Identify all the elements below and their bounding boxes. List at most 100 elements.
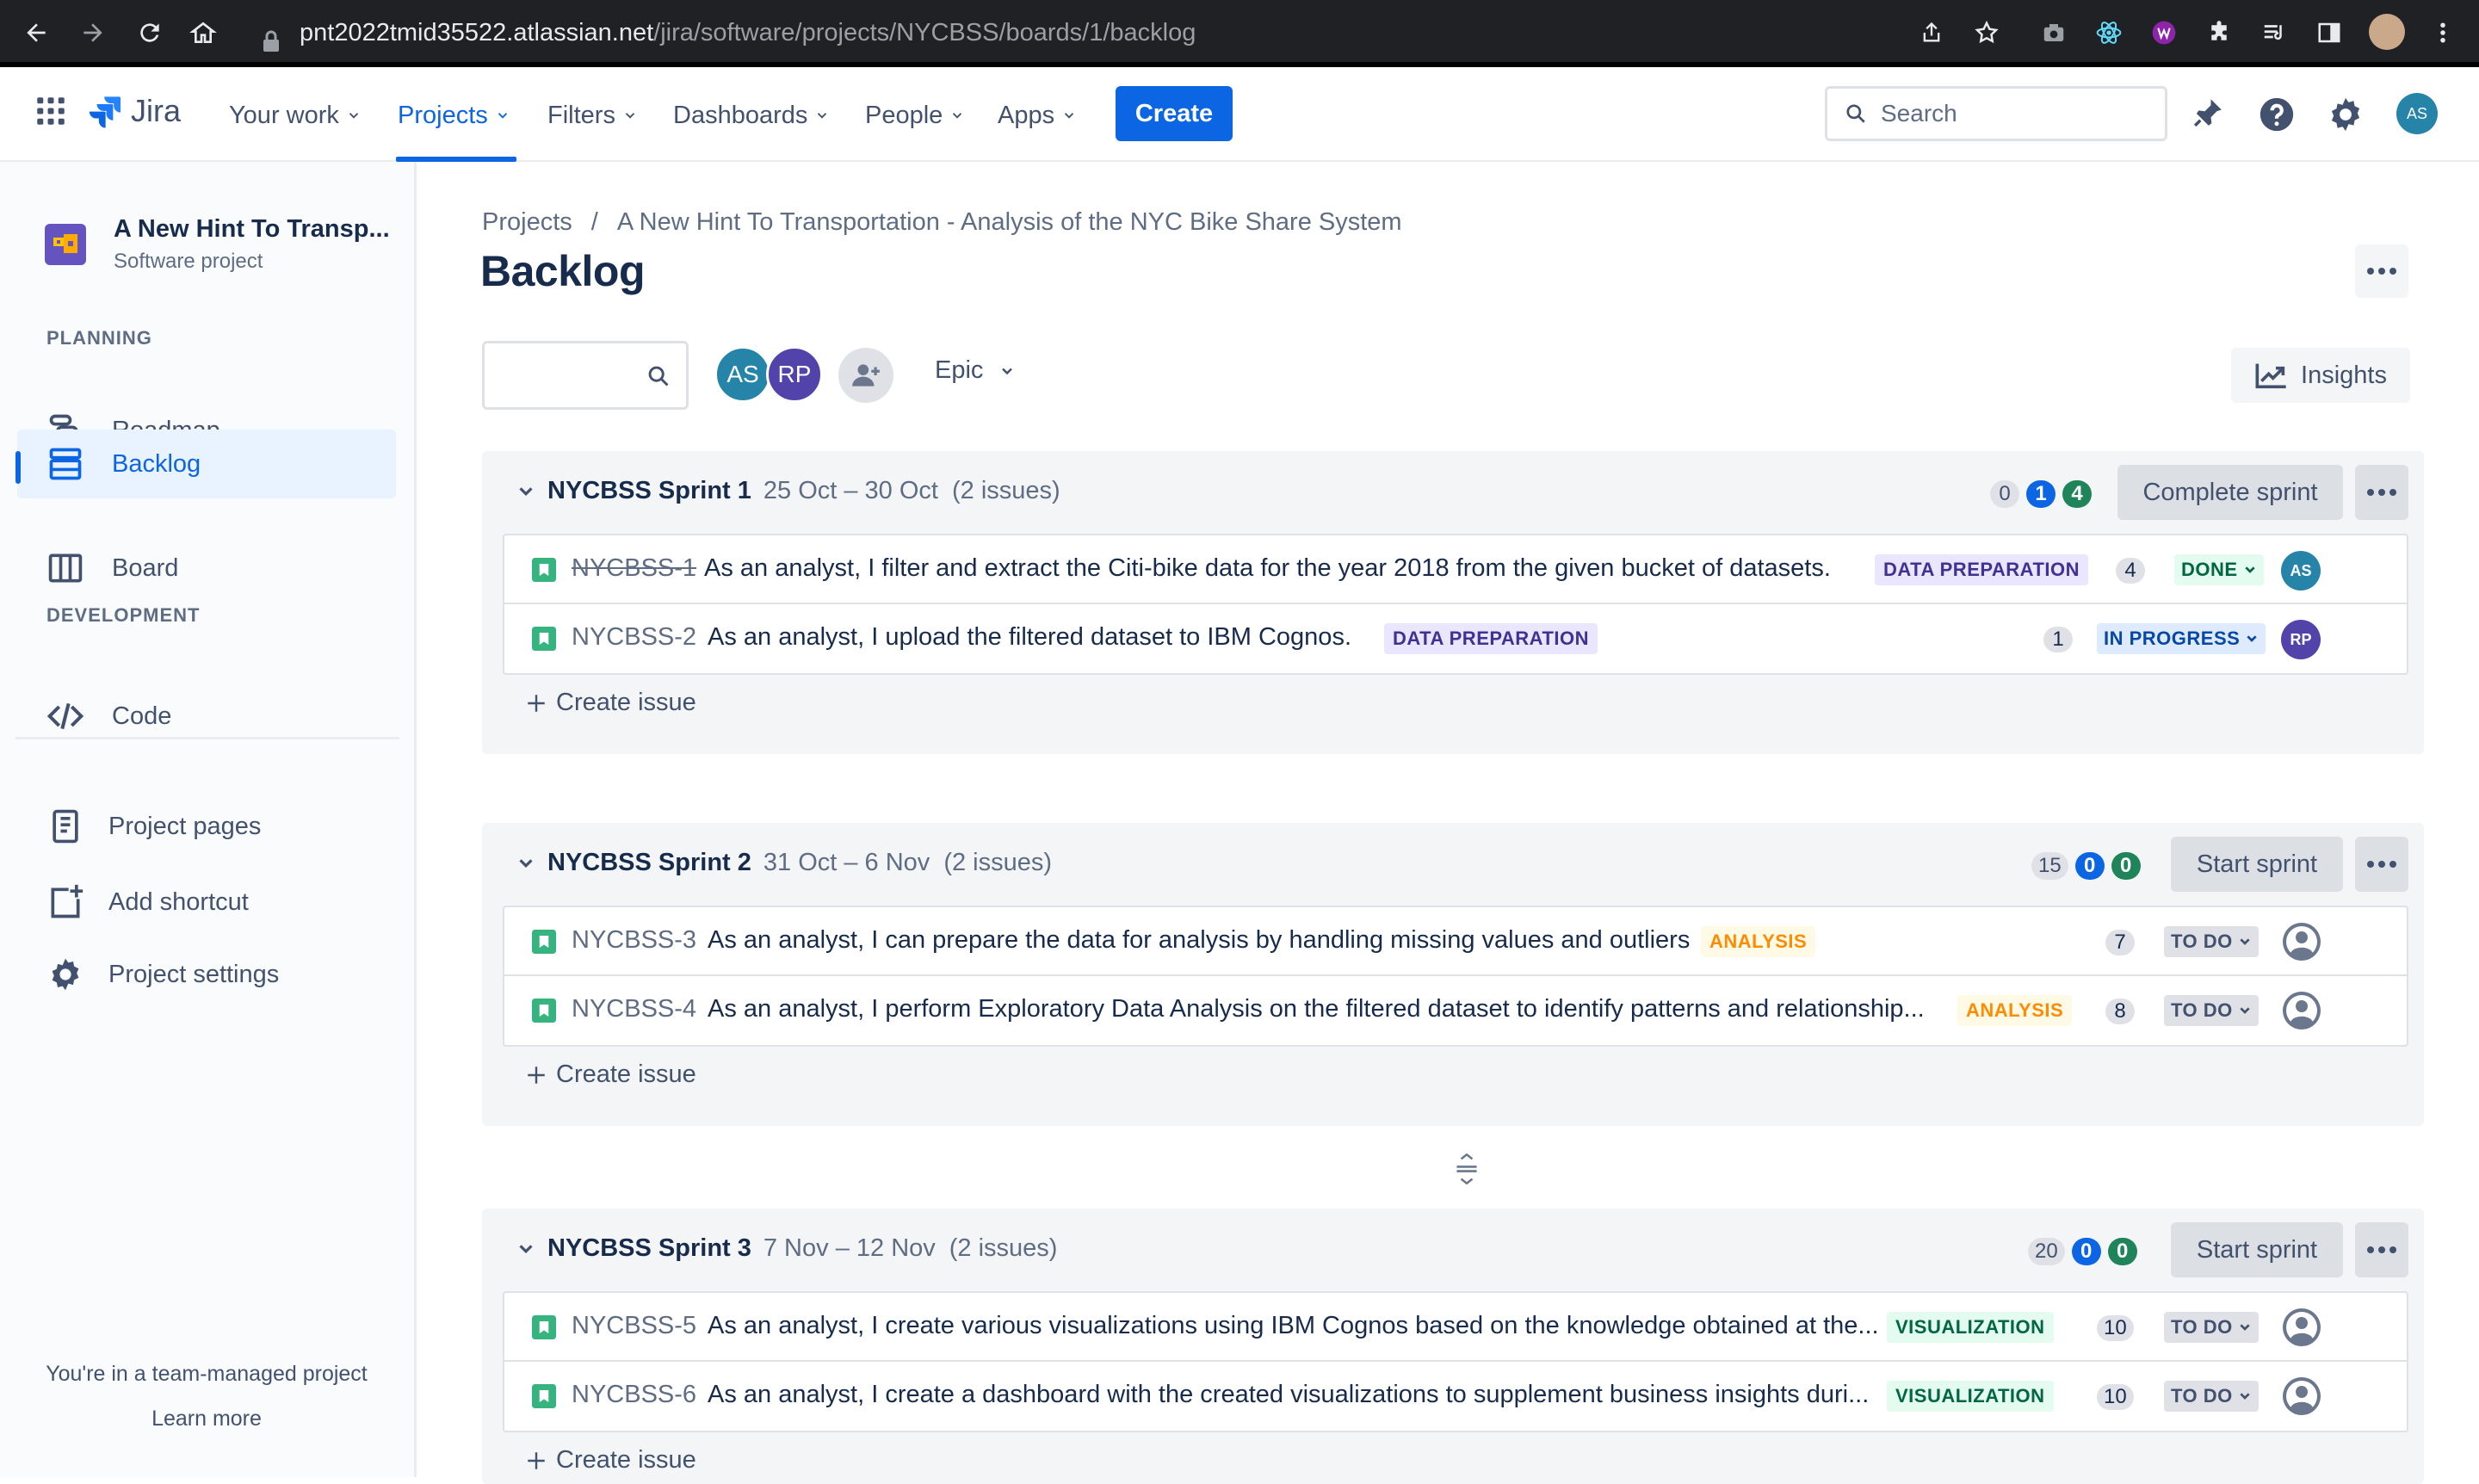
- chevron-down-icon[interactable]: [516, 482, 535, 501]
- search-input[interactable]: Search: [1825, 86, 2167, 141]
- sprint-header[interactable]: NYCBSS Sprint 2 31 Oct – 6 Nov (2 issues…: [516, 849, 1052, 877]
- create-button[interactable]: Create: [1116, 86, 1233, 141]
- epic-lozenge[interactable]: DATA PREPARATION: [1875, 554, 2088, 585]
- epic-lozenge[interactable]: DATA PREPARATION: [1384, 623, 1598, 654]
- bookmark-star-icon[interactable]: [1971, 17, 2002, 48]
- nav-your-work[interactable]: Your work: [229, 96, 362, 134]
- jira-logo[interactable]: Jira: [88, 93, 181, 129]
- react-extension-icon[interactable]: [2093, 17, 2124, 48]
- address-bar[interactable]: pnt2022tmid35522.atlassian.net/jira/soft…: [234, 9, 2014, 57]
- sprint-more-button[interactable]: [2355, 837, 2408, 892]
- sprint-header[interactable]: NYCBSS Sprint 1 25 Oct – 30 Oct (2 issue…: [516, 477, 1060, 505]
- back-arrow-icon[interactable]: [21, 17, 52, 48]
- user-avatar[interactable]: AS: [2396, 93, 2438, 134]
- sprint-more-button[interactable]: [2355, 465, 2408, 520]
- sidebar-item-code[interactable]: Code: [17, 682, 396, 751]
- project-name[interactable]: A New Hint To Transp...: [114, 215, 390, 244]
- unassigned-avatar-icon[interactable]: [2281, 1307, 2322, 1348]
- issue-key[interactable]: NYCBSS-5: [572, 1312, 696, 1340]
- assignee-avatar[interactable]: AS: [2281, 551, 2321, 591]
- issue-key[interactable]: NYCBSS-1: [572, 554, 696, 583]
- nav-projects[interactable]: Projects: [398, 96, 510, 134]
- issue-row[interactable]: NYCBSS-3 As an analyst, I can prepare th…: [504, 907, 2407, 976]
- issue-row[interactable]: NYCBSS-4 As an analyst, I perform Explor…: [504, 976, 2407, 1045]
- learn-more-link[interactable]: Learn more: [0, 1407, 413, 1431]
- status-dropdown[interactable]: TO DO: [2164, 926, 2259, 957]
- unassigned-avatar-icon[interactable]: [2281, 990, 2322, 1031]
- issue-key[interactable]: NYCBSS-3: [572, 926, 696, 955]
- browser-menu-icon[interactable]: [2427, 17, 2458, 48]
- create-issue-button[interactable]: Create issue: [525, 1060, 696, 1089]
- assignee-filter-avatar[interactable]: RP: [766, 346, 823, 403]
- status-dropdown[interactable]: TO DO: [2164, 1312, 2259, 1343]
- help-icon[interactable]: [2257, 95, 2297, 134]
- sidebar-item-backlog[interactable]: Backlog: [17, 430, 396, 498]
- sidebar-item-project-settings[interactable]: Project settings: [17, 940, 396, 1009]
- story-points[interactable]: 1: [2043, 627, 2073, 652]
- sidebar-item-board[interactable]: Board: [17, 534, 396, 603]
- backlog-search-input[interactable]: [482, 341, 689, 410]
- sidebar-item-project-pages[interactable]: Project pages: [17, 792, 396, 861]
- status-dropdown[interactable]: IN PROGRESS: [2097, 623, 2266, 654]
- issue-key[interactable]: NYCBSS-6: [572, 1381, 696, 1409]
- story-points[interactable]: 10: [2097, 1315, 2134, 1341]
- status-dropdown[interactable]: TO DO: [2164, 1381, 2259, 1412]
- camera-extension-icon[interactable]: [2038, 17, 2069, 48]
- start-sprint-button[interactable]: Start sprint: [2171, 1222, 2343, 1277]
- issue-row[interactable]: NYCBSS-2 As an analyst, I upload the fil…: [504, 604, 2407, 673]
- epic-lozenge[interactable]: VISUALIZATION: [1887, 1312, 2054, 1343]
- issue-key[interactable]: NYCBSS-2: [572, 623, 696, 652]
- assignee-avatar[interactable]: RP: [2281, 620, 2321, 659]
- epic-lozenge[interactable]: ANALYSIS: [1701, 926, 1816, 957]
- browser-profile-avatar[interactable]: [2369, 14, 2405, 50]
- story-points[interactable]: 7: [2105, 930, 2135, 955]
- issue-row[interactable]: NYCBSS-5 As an analyst, I create various…: [504, 1293, 2407, 1362]
- epic-lozenge[interactable]: ANALYSIS: [1957, 995, 2073, 1026]
- assignee-filter-avatar[interactable]: AS: [714, 346, 771, 403]
- nav-filters[interactable]: Filters: [547, 96, 638, 134]
- resize-handle-icon[interactable]: [1453, 1153, 1481, 1184]
- create-issue-button[interactable]: Create issue: [525, 689, 696, 717]
- status-dropdown[interactable]: TO DO: [2164, 995, 2259, 1026]
- start-sprint-button[interactable]: Start sprint: [2171, 837, 2343, 892]
- unassigned-avatar-icon[interactable]: [2281, 1376, 2322, 1417]
- share-icon[interactable]: [1916, 17, 1947, 48]
- status-dropdown[interactable]: DONE: [2174, 554, 2264, 585]
- complete-sprint-button[interactable]: Complete sprint: [2117, 465, 2343, 520]
- epic-lozenge[interactable]: VISUALIZATION: [1887, 1381, 2054, 1412]
- chevron-down-icon[interactable]: [516, 1240, 535, 1258]
- page-more-button[interactable]: [2355, 244, 2408, 298]
- more-dots-icon: [2367, 861, 2396, 868]
- story-points[interactable]: 8: [2105, 999, 2135, 1024]
- purple-extension-icon[interactable]: [2148, 17, 2179, 48]
- breadcrumb-projects[interactable]: Projects: [482, 208, 572, 237]
- media-playlist-icon[interactable]: [2259, 17, 2290, 48]
- side-panel-icon[interactable]: [2314, 17, 2345, 48]
- settings-gear-icon[interactable]: [2326, 95, 2365, 134]
- add-people-button[interactable]: [838, 348, 893, 403]
- breadcrumb-project[interactable]: A New Hint To Transportation - Analysis …: [617, 208, 1402, 237]
- reload-icon[interactable]: [134, 17, 165, 48]
- sidebar-item-add-shortcut[interactable]: Add shortcut: [17, 868, 396, 937]
- issue-row[interactable]: NYCBSS-6 As an analyst, I create a dashb…: [504, 1362, 2407, 1431]
- story-points[interactable]: 10: [2097, 1384, 2134, 1410]
- nav-people[interactable]: People: [865, 96, 965, 134]
- forward-arrow-icon[interactable]: [77, 17, 108, 48]
- create-issue-button[interactable]: Create issue: [525, 1446, 696, 1475]
- home-icon[interactable]: [188, 17, 219, 48]
- insights-button[interactable]: Insights: [2231, 348, 2410, 403]
- puzzle-extensions-icon[interactable]: [2204, 17, 2235, 48]
- epic-filter-dropdown[interactable]: Epic: [935, 356, 1016, 385]
- story-points[interactable]: 4: [2116, 558, 2145, 584]
- app-switcher-icon[interactable]: [33, 93, 72, 133]
- notifications-icon[interactable]: [2190, 95, 2229, 134]
- issue-row[interactable]: NYCBSS-1 As an analyst, I filter and ext…: [504, 535, 2407, 604]
- issue-key[interactable]: NYCBSS-4: [572, 995, 696, 1023]
- nav-apps[interactable]: Apps: [998, 96, 1077, 134]
- nav-dashboards[interactable]: Dashboards: [673, 96, 830, 134]
- project-avatar[interactable]: [45, 224, 86, 265]
- unassigned-avatar-icon[interactable]: [2281, 921, 2322, 962]
- chevron-down-icon[interactable]: [516, 854, 535, 873]
- sprint-more-button[interactable]: [2355, 1222, 2408, 1277]
- sprint-header[interactable]: NYCBSS Sprint 3 7 Nov – 12 Nov (2 issues…: [516, 1234, 1057, 1263]
